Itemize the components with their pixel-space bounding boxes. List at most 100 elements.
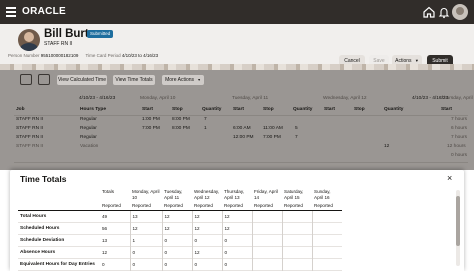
layout-icon[interactable]	[38, 74, 50, 85]
table-row: Total Hours 49 13 12 12 12	[18, 210, 342, 222]
comment-icon[interactable]	[20, 74, 32, 85]
view-time-totals-button[interactable]: View Time Totals	[113, 75, 155, 85]
row-label: Schedule Deviation	[20, 237, 65, 243]
row-label: Equivalent Hours for Day Entries	[20, 261, 95, 267]
row-3-tue-stop[interactable]: 7:00 PM	[263, 135, 281, 140]
timecard-page-overlay: View Calculated Time View Time Totals Mo…	[0, 70, 474, 170]
cell-value: 0	[102, 261, 105, 267]
cell-value: 12	[161, 222, 192, 234]
close-icon[interactable]: ×	[447, 173, 452, 183]
oracle-logo[interactable]: ORACLE	[22, 6, 66, 17]
column-subheader: Reported	[312, 200, 342, 211]
row-5-total: 0 hours	[451, 153, 467, 158]
row-2-mon-qty[interactable]: 1	[204, 126, 207, 131]
cell-value	[251, 258, 282, 270]
column-hours-type: Hours Type	[80, 107, 107, 112]
row-2-mon-stop[interactable]: 8:00 PM	[172, 126, 190, 131]
timecard-meta: Person Number 955100000182109 Time Card …	[8, 53, 164, 58]
status-badge: Submitted	[87, 30, 114, 38]
table-row: Absence Hours 12 0 0 12 0	[18, 246, 342, 258]
row-1-mon-qty[interactable]: 7	[204, 117, 207, 122]
column-tue-qty: Quantity	[293, 107, 313, 112]
row-4-wed-qty[interactable]: 12	[384, 144, 389, 149]
column-thu-start: Start	[441, 107, 452, 112]
menu-icon[interactable]	[6, 7, 16, 17]
column-wed-start: Start	[324, 107, 335, 112]
row-2-tue-stop[interactable]: 11:00 AM	[263, 126, 283, 131]
time-totals-dialog: Time Totals × Totals Monday, April 10 Tu…	[10, 170, 464, 271]
global-header: ORACLE	[0, 0, 474, 24]
row-4-job[interactable]: STAFF RN II	[16, 144, 43, 149]
grid-header-divider	[14, 115, 468, 116]
row-1-job[interactable]: STAFF RN II	[16, 117, 43, 122]
row-label: Absence Hours	[20, 249, 56, 255]
row-2-tue-qty[interactable]: 5	[295, 126, 298, 131]
row-3-total: 7 hours	[451, 135, 467, 140]
cell-value: 13	[102, 237, 108, 243]
column-subheader: Reported	[162, 200, 192, 211]
day-header-wed: Wednesday, April 12	[323, 96, 367, 101]
row-4-type[interactable]: Vacation	[80, 144, 98, 149]
cell-value: 1	[129, 234, 162, 246]
column-subheader: Reported	[192, 200, 222, 211]
row-2-mon-start[interactable]: 7:00 PM	[142, 126, 160, 131]
cell-value: 12	[191, 222, 222, 234]
cell-value: 12	[161, 210, 192, 222]
cell-value: 0	[221, 246, 252, 258]
row-3-tue-qty[interactable]: 7	[295, 135, 298, 140]
cell-value	[251, 246, 282, 258]
period-label: Time Card Period	[85, 53, 121, 58]
table-row: Schedule Deviation 13 1 0 0 0	[18, 234, 342, 246]
row-3-type[interactable]: Regular	[80, 135, 97, 140]
row-3-tue-start[interactable]: 12:00 PM	[233, 135, 254, 140]
cell-value: 13	[129, 210, 162, 222]
row-2-job[interactable]: STAFF RN II	[16, 126, 43, 131]
notifications-bell-icon[interactable]	[437, 5, 451, 19]
row-2-tue-start[interactable]: 6:00 AM	[233, 126, 251, 131]
column-header: Wednesday, April 12	[194, 189, 220, 200]
user-avatar[interactable]	[452, 4, 468, 20]
cell-value: 12	[221, 222, 252, 234]
column-mon-start: Start	[142, 107, 153, 112]
column-tue-stop: Stop	[263, 107, 274, 112]
table-subheader-row: Reported Reported Reported Reported Repo…	[18, 200, 342, 211]
view-calculated-time-button[interactable]: View Calculated Time	[57, 75, 107, 85]
column-header: Friday, April 14	[254, 189, 278, 200]
row-label: Total Hours	[20, 213, 47, 219]
person-role: STAFF RN II	[44, 41, 73, 47]
row-1-total: 7 hours	[451, 117, 467, 122]
home-icon[interactable]	[422, 5, 436, 19]
column-job: Job	[16, 107, 25, 112]
row-1-mon-stop[interactable]: 8:00 PM	[172, 117, 190, 122]
cell-value: 0	[161, 246, 192, 258]
column-subheader: Reported	[222, 200, 252, 211]
cell-value	[311, 246, 342, 258]
cell-value: 12	[129, 222, 162, 234]
cell-value	[311, 234, 342, 246]
cell-value: 12	[221, 210, 252, 222]
cell-value	[281, 210, 312, 222]
column-subheader: Reported	[100, 200, 130, 211]
column-mon-qty: Quantity	[202, 107, 222, 112]
column-header: Sunday, April 16	[314, 189, 331, 200]
cell-value: 0	[161, 258, 192, 270]
row-1-mon-start[interactable]: 1:00 PM	[142, 117, 160, 122]
column-wed-stop: Stop	[354, 107, 365, 112]
day-header-tue: Tuesday, April 11	[232, 96, 269, 101]
column-subheader: Reported	[282, 200, 312, 211]
column-subheader: Reported	[252, 200, 282, 211]
cell-value: 0	[129, 246, 162, 258]
row-1-type[interactable]: Regular	[80, 117, 97, 122]
cell-value: 12	[191, 210, 222, 222]
table-row: Equivalent Hours for Day Entries 0 0 0 0…	[18, 258, 342, 270]
cell-value	[281, 234, 312, 246]
column-header: Saturday, April 15	[284, 189, 304, 200]
row-3-job[interactable]: STAFF RN II	[16, 135, 43, 140]
row-2-type[interactable]: Regular	[80, 126, 97, 131]
cell-value: 12	[191, 246, 222, 258]
cell-value	[311, 210, 342, 222]
more-actions-button[interactable]: More Actions ▼	[162, 75, 204, 85]
table-header-row: Totals Monday, April 10 Tuesday, April 1…	[18, 188, 342, 200]
cell-value: 0	[129, 258, 162, 270]
dialog-scrollbar-thumb[interactable]	[456, 196, 460, 246]
